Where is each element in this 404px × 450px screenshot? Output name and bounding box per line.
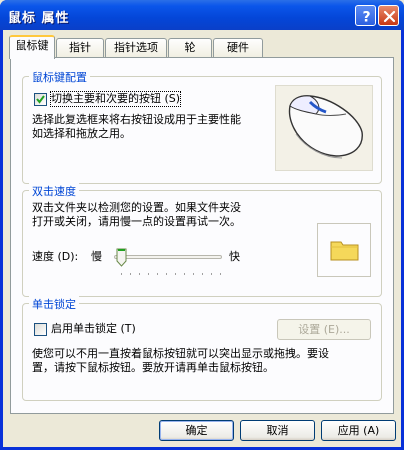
click-lock-title: 单击锁定 [29,296,79,312]
checkmark-icon [36,95,45,104]
swap-buttons-checkbox[interactable] [34,93,47,106]
close-button[interactable] [378,5,399,26]
dialog-body: 鼠标键 指针 指针选项 轮 硬件 鼠标键配置 切换主要和次要的按钮 (S) 选择… [3,30,401,447]
help-icon: ? [362,10,370,26]
tab-wheel[interactable]: 轮 [168,38,212,57]
speed-slider-track[interactable] [114,255,222,259]
test-folder-area[interactable] [317,223,371,277]
double-click-group: 双击速度 双击文件夹以检测您的设置。如果文件夹没 打开或关闭，请用慢一点的设置再… [22,183,382,297]
click-lock-checkbox[interactable] [34,323,47,336]
cancel-button[interactable]: 取消 [240,420,315,441]
slider-tick [121,273,122,275]
ok-button[interactable]: 确定 [159,420,234,441]
speed-slider-thumb[interactable] [116,248,127,270]
double-click-description-line-2: 打开或关闭，请用慢一点的设置再试一次。 [32,215,241,228]
tab-hardware[interactable]: 硬件 [213,38,263,57]
swap-description-line-2: 如选择和拖放之用。 [32,127,131,140]
slider-tick [184,273,185,275]
click-lock-settings-button[interactable]: 设置 (E)... [277,319,371,340]
click-lock-description-line-2: 置，请按下鼠标按钮。要放开请再单击鼠标按钮。 [32,361,274,374]
click-lock-description-line-1: 使您可以不用一直按着鼠标按钮就可以突出显示或拖拽。要设 [32,347,329,360]
tab-pointer-options[interactable]: 指针选项 [105,38,167,57]
click-lock-group: 单击锁定 启用单击锁定 (T) 设置 (E)... 使您可以不用一直按着鼠标按钮… [22,296,382,401]
double-click-title: 双击速度 [29,183,79,199]
slider-tick [202,273,203,275]
slider-tick [139,273,140,275]
button-config-group: 鼠标键配置 切换主要和次要的按钮 (S) 选择此复选框来将右按钮设成用于主要性能… [22,69,382,184]
mouse-illustration [275,85,373,171]
slider-tick [148,273,149,275]
double-click-description-line-1: 双击文件夹以检测您的设置。如果文件夹没 [32,201,241,214]
swap-description-line-1: 选择此复选框来将右按钮设成用于主要性能 [32,113,241,126]
slider-tick [166,273,167,275]
speed-label: 速度 (D): [32,250,79,263]
slider-tick [175,273,176,275]
slider-tick [220,273,221,275]
slider-tick [193,273,194,275]
svg-text:?: ? [362,10,370,26]
slow-label: 慢 [91,250,102,263]
tab-buttons[interactable]: 鼠标键 [9,35,55,59]
swap-buttons-label[interactable]: 切换主要和次要的按钮 (S) [49,91,182,107]
title-bar[interactable]: 鼠标 属性 ? [0,0,404,30]
slider-tick [157,273,158,275]
slider-tick [211,273,212,275]
fast-label: 快 [229,250,240,263]
mouse-properties-window: 鼠标 属性 ? 鼠标键 指针 指针选项 轮 硬件 鼠标键配置 切换主要和次要的按… [0,0,404,450]
tab-panel: 鼠标键配置 切换主要和次要的按钮 (S) 选择此复选框来将右按钮设成用于主要性能… [10,57,394,414]
help-button[interactable]: ? [355,5,376,26]
window-title: 鼠标 属性 [8,11,70,26]
tab-pointers[interactable]: 指针 [56,38,104,57]
slider-tick [130,273,131,275]
folder-icon[interactable] [318,224,370,276]
click-lock-label[interactable]: 启用单击锁定 (T) [51,322,136,336]
close-icon [383,10,396,23]
mouse-icon [288,95,363,159]
apply-button[interactable]: 应用 (A) [321,420,396,441]
button-config-title: 鼠标键配置 [29,69,90,85]
